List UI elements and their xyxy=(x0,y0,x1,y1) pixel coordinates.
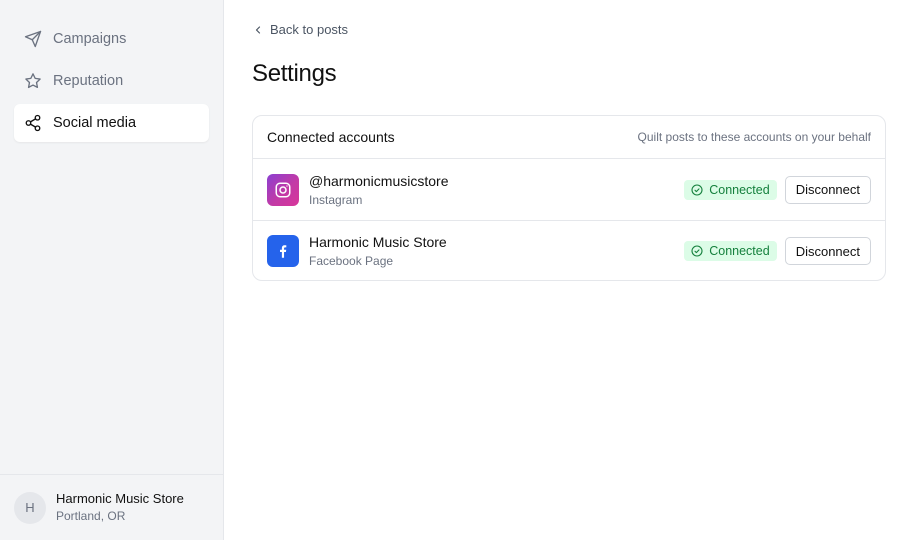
back-link-label: Back to posts xyxy=(270,22,349,37)
check-circle-icon xyxy=(691,245,703,257)
account-details: Harmonic Music Store Facebook Page xyxy=(309,233,684,269)
sidebar-item-label: Social media xyxy=(53,115,137,131)
sidebar-item-label: Campaigns xyxy=(53,31,127,47)
account-info: Harmonic Music Store Portland, OR xyxy=(56,490,184,525)
status-badge-label: Connected xyxy=(709,244,770,258)
check-circle-icon xyxy=(691,183,703,196)
card-subtitle: Quilt posts to these accounts on your be… xyxy=(637,130,871,144)
disconnect-button[interactable]: Disconnect xyxy=(784,175,871,204)
facebook-icon xyxy=(267,235,299,267)
account-row-facebook: Harmonic Music Store Facebook Page Conne… xyxy=(253,220,885,281)
account-switcher[interactable]: H Harmonic Music Store Portland, OR xyxy=(0,474,223,540)
chevron-left-icon xyxy=(252,24,264,36)
share-icon xyxy=(24,114,42,132)
avatar: H xyxy=(14,491,46,524)
card-title: Connected accounts xyxy=(267,129,395,145)
instagram-icon xyxy=(267,173,299,206)
account-type: Facebook Page xyxy=(309,254,394,268)
card-header: Connected accounts Quilt posts to these … xyxy=(253,116,885,159)
account-location: Portland, OR xyxy=(56,509,126,523)
sidebar-item-label: Reputation xyxy=(53,73,124,89)
account-handle: @harmonicmusicstore xyxy=(309,172,449,189)
account-details: @harmonicmusicstore Instagram xyxy=(309,172,684,208)
send-icon xyxy=(24,30,42,48)
status-badge: Connected xyxy=(684,241,777,261)
disconnect-button[interactable]: Disconnect xyxy=(784,237,871,265)
page-title: Settings xyxy=(252,60,337,87)
sidebar-nav: Campaigns Reputation Social media xyxy=(14,20,209,146)
status-badge-label: Connected xyxy=(709,182,770,197)
sidebar-item-campaigns[interactable]: Campaigns xyxy=(14,20,209,58)
sidebar-item-reputation[interactable]: Reputation xyxy=(14,62,209,100)
account-type: Instagram xyxy=(309,192,363,207)
account-row-instagram: @harmonicmusicstore Instagram Connected … xyxy=(253,159,885,220)
sidebar-item-social-media[interactable]: Social media xyxy=(14,104,209,142)
sidebar: Campaigns Reputation Social media H Harm… xyxy=(0,0,224,540)
connected-accounts-card: Connected accounts Quilt posts to these … xyxy=(252,115,886,281)
account-handle: Harmonic Music Store xyxy=(309,234,447,250)
account-name: Harmonic Music Store xyxy=(56,491,184,506)
star-icon xyxy=(24,72,42,90)
back-link[interactable]: Back to posts xyxy=(252,22,348,37)
status-badge: Connected xyxy=(684,179,777,200)
